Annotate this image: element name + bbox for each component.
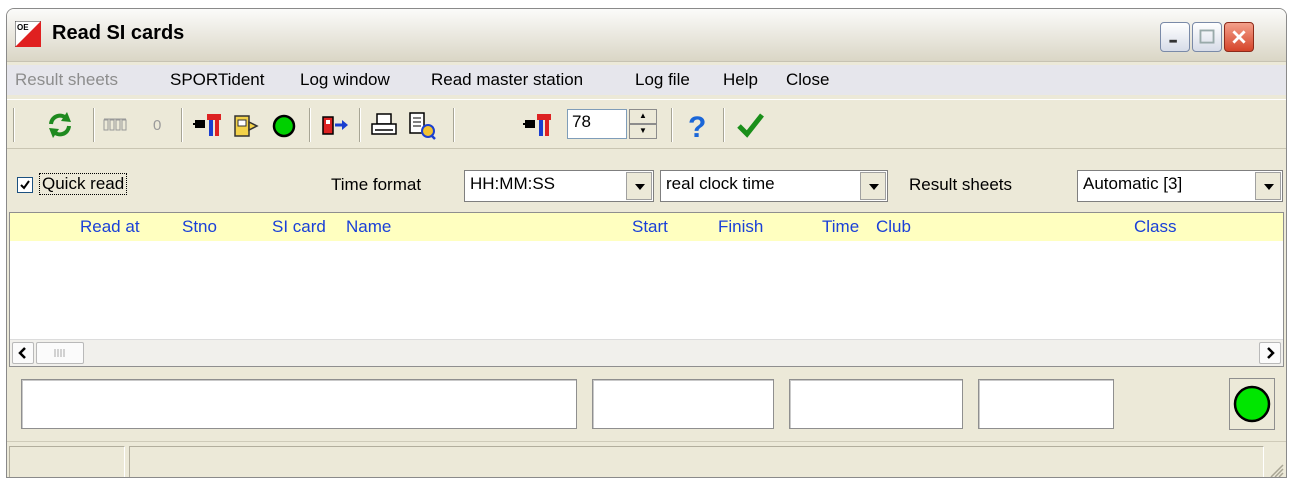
quick-read-label[interactable]: Quick read [39,173,128,195]
counter-value: 0 [153,117,163,134]
maximize-button[interactable] [1192,22,1222,52]
interval-spinner: ▲ ▼ [629,109,657,139]
chevron-down-icon[interactable] [1255,172,1281,200]
chevron-down-icon[interactable] [860,172,886,200]
column-header-finish[interactable]: Finish [718,217,763,237]
menu-help[interactable]: Help [723,70,758,90]
readout-table[interactable]: Read at Stno SI card Name Start Finish T… [9,212,1284,367]
menu-read-master-station[interactable]: Read master station [431,70,583,90]
result-sheets-label: Result sheets [909,175,1012,194]
clock-mode-value: real clock time [666,174,775,193]
status-light [1229,378,1275,430]
clock-mode-select[interactable]: real clock time [660,170,888,202]
column-header-start[interactable]: Start [632,217,668,237]
column-header-class[interactable]: Class [1134,217,1177,237]
window-title: Read SI cards [52,22,185,44]
status-light-icon [1233,385,1271,423]
spin-up-button[interactable]: ▲ [629,109,657,124]
station-config-icon-2[interactable] [521,108,555,142]
resize-grip-icon[interactable] [1266,460,1284,478]
minimize-button[interactable] [1160,22,1190,52]
print-icon[interactable] [367,108,401,142]
scroll-right-button[interactable] [1259,342,1281,364]
table-header: Read at Stno SI card Name Start Finish T… [10,213,1283,241]
toolbar-separator [13,108,15,142]
read-si-cards-window: OE Read SI cards Result sheets SPORTiden… [6,8,1287,478]
refresh-icon[interactable] [43,108,77,142]
print-preview-icon[interactable] [405,108,439,142]
toolbar-separator [309,108,311,142]
title-bar[interactable]: OE Read SI cards [7,9,1286,62]
column-header-read-at[interactable]: Read at [80,217,140,237]
menu-sportident[interactable]: SPORTident [170,70,265,90]
finish-display-field [789,379,963,429]
column-header-stno[interactable]: Stno [182,217,217,237]
horizontal-scrollbar[interactable] [10,339,1283,366]
start-display-field [592,379,774,429]
counter-icon[interactable] [101,108,141,142]
toolbar-separator [181,108,183,142]
column-header-name[interactable]: Name [346,217,391,237]
name-display-field [21,379,577,429]
result-sheets-value: Automatic [3] [1083,174,1183,193]
status-pane-1 [9,446,125,477]
time-format-value: HH:MM:SS [470,174,555,193]
scroll-left-button[interactable] [12,342,34,364]
menu-log-file[interactable]: Log file [635,70,690,90]
toolbar-separator [359,108,361,142]
scroll-thumb[interactable] [36,342,84,364]
time-format-select[interactable]: HH:MM:SS [464,170,654,202]
menu-close[interactable]: Close [786,70,829,90]
status-pane-2 [129,446,1264,477]
menu-log-window[interactable]: Log window [300,70,390,90]
column-header-si-card[interactable]: SI card [272,217,326,237]
card-exit-icon[interactable] [317,108,351,142]
toolbar-separator [453,108,455,142]
time-format-label: Time format [331,175,422,194]
quick-read-checkbox[interactable] [17,177,33,193]
chevron-down-icon[interactable] [626,172,652,200]
help-icon[interactable]: ? [679,108,713,144]
status-bar [7,441,1286,478]
status-green-icon[interactable] [267,108,301,142]
toolbar-separator [671,108,673,142]
svg-text:?: ? [688,111,706,142]
punch-icon[interactable] [229,108,263,142]
toolbar-separator [93,108,95,142]
app-logo-letters: OE [17,23,29,32]
interval-spin-input[interactable]: 78 [567,109,627,139]
app-logo-icon: OE [14,20,42,48]
options-row: Quick read Time format HH:MM:SS real clo… [7,149,1286,205]
column-header-club[interactable]: Club [876,217,911,237]
spin-down-button[interactable]: ▼ [629,124,657,139]
result-sheets-select[interactable]: Automatic [3] [1077,170,1283,202]
menu-bar: Result sheets SPORTident Log window Read… [7,65,1286,95]
menu-result-sheets[interactable]: Result sheets [15,70,118,90]
confirm-icon[interactable] [733,108,767,142]
station-config-icon[interactable] [191,108,225,142]
column-header-time[interactable]: Time [822,217,859,237]
close-window-button[interactable] [1224,22,1254,52]
time-display-field [978,379,1114,429]
toolbar-separator [723,108,725,142]
toolbar: 0 78 ▲ ▼ ? [7,99,1286,149]
